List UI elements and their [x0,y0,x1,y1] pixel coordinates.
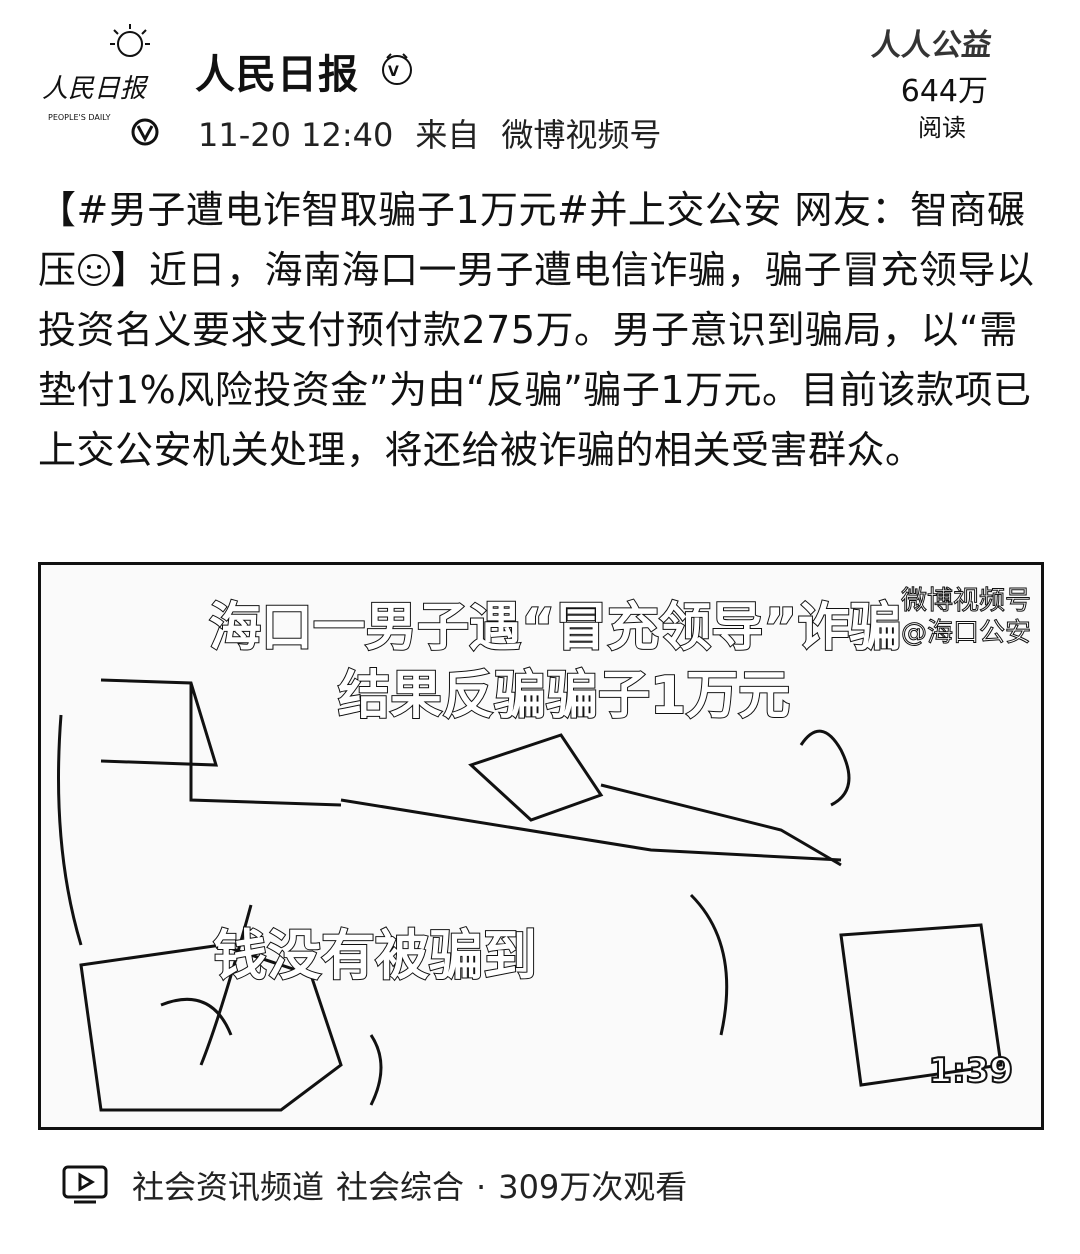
video-duration: 1:39 [927,1050,1014,1092]
channel-label[interactable]: 社会资讯频道 [132,1168,324,1206]
video-player[interactable]: 海口一男子遇“冒充领导”诈骗 结果反骗骗子1万元 钱没有被骗到 微博视频号 @海… [38,562,1044,1130]
video-info-text: 社会资讯频道 社会综合 · 309万次观看 [132,1162,699,1208]
read-count: 644万 [900,74,988,109]
charity-watermark: 人人公益 [869,28,994,63]
post-time: 11-20 12:40 [198,116,394,154]
doge-emoji-icon [77,254,110,286]
post-header: 人民日报 PEOPLE'S DAILY 人民日报 V 11-20 12:40 来自… [0,0,1080,170]
post-meta: 11-20 12:40 来自 微博视频号 [198,110,683,156]
author-name[interactable]: 人民日报 [195,42,359,100]
svg-text:PEOPLE'S DAILY: PEOPLE'S DAILY [48,113,111,122]
video-info-bar[interactable]: 社会资讯频道 社会综合 · 309万次观看 [62,1160,699,1210]
view-count: 309万次观看 [498,1168,688,1206]
video-subtitle-caption: 结果反骗骗子1万元 [337,665,791,727]
source-link[interactable]: 微博视频号 [501,116,661,154]
video-watermark: 微博视频号 @海口公安 [900,585,1031,649]
peoples-daily-logo: 人民日报 PEOPLE'S DAILY [42,24,159,146]
post-body: 【#男子遭电诈智取骗子1万元#并上交公安 网友：智商碾压 】近日，海南海口一男子遭… [38,180,1048,480]
category-label[interactable]: 社会综合 [336,1168,464,1206]
vip-badge-icon: V [382,53,412,85]
read-label: 阅读 [918,114,966,142]
video-dialogue-subtitle: 钱没有被骗到 [212,923,538,988]
post-text-part2: 】近日，海南海口一男子遭电信诈骗，骗子冒充领导以投资名义要求支付预付款275万。… [38,248,1035,472]
watermark-platform: 微博视频号 [900,586,1031,617]
separator: · [476,1168,487,1206]
video-title-caption: 海口一男子遇“冒充领导”诈骗 [208,597,902,659]
read-count-block: 人人公益 644万 阅读 [752,20,994,142]
video-play-icon [62,1165,108,1204]
author-avatar[interactable]: 人民日报 PEOPLE'S DAILY [30,22,170,152]
svg-text:V: V [388,64,399,80]
svg-text:人民日报: 人民日报 [42,74,149,104]
source-prefix: 来自 [415,116,480,154]
watermark-account: @海口公安 [900,618,1031,649]
